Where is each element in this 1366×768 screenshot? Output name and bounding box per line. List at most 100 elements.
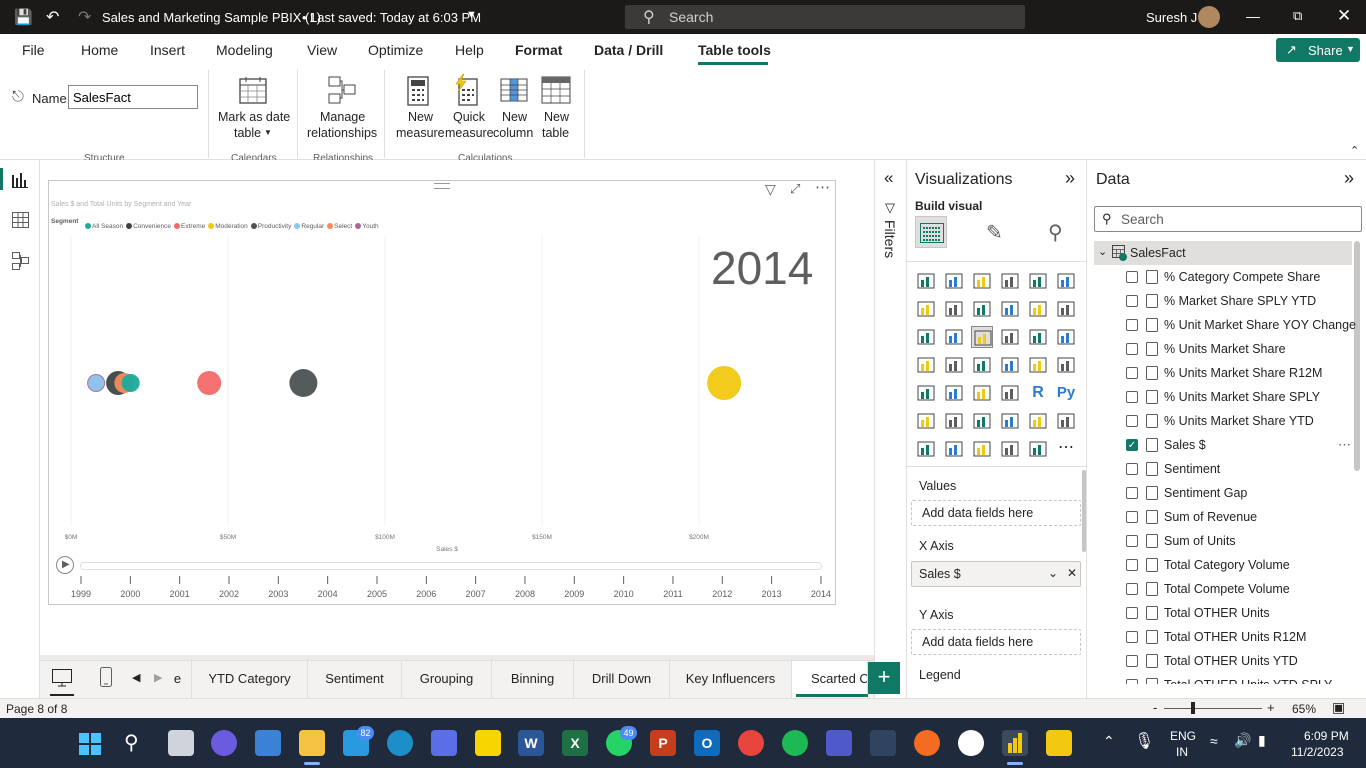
mic-muted-icon[interactable]: 🎙 — [1134, 731, 1154, 751]
manage-relationships-button[interactable]: Manage relationships — [306, 66, 378, 151]
viz-type-azure-map-icon[interactable] — [971, 354, 993, 376]
viz-type-multi-row-card-icon[interactable] — [1055, 354, 1077, 376]
timeline-year-label[interactable]: 2007 — [466, 589, 486, 599]
copilot-icon[interactable] — [431, 730, 457, 756]
timeline-year-label[interactable]: 2014 — [811, 589, 831, 599]
field-item[interactable]: Total OTHER Units — [1126, 602, 1346, 626]
new-table-button[interactable]: New table — [538, 66, 574, 151]
field-checkbox[interactable] — [1126, 343, 1138, 355]
tray-overflow-icon[interactable]: ⌃ — [1103, 733, 1115, 750]
viz-type-pie-icon[interactable] — [999, 326, 1021, 348]
add-page-button[interactable]: + — [868, 662, 900, 694]
new-measure-button[interactable]: New measure — [396, 66, 445, 151]
field-checkbox[interactable] — [1126, 271, 1138, 283]
viz-type-r-visual-icon[interactable]: R — [1027, 382, 1049, 404]
field-item[interactable]: % Units Market Share YTD — [1126, 410, 1346, 434]
store-icon[interactable] — [255, 730, 281, 756]
edge-browser-icon[interactable] — [387, 730, 413, 756]
field-item[interactable]: % Units Market Share — [1126, 338, 1346, 362]
expand-filters-icon[interactable]: « — [884, 168, 893, 188]
desktop-layout-icon[interactable] — [52, 669, 72, 687]
mobile-layout-icon[interactable] — [100, 667, 112, 687]
timeline-year-label[interactable]: 2012 — [712, 589, 732, 599]
scatter-visual[interactable]: ▽ ⤢ ⋯ Sales $ and Total Units by Segment… — [48, 179, 836, 605]
field-checkbox[interactable] — [1126, 511, 1138, 523]
build-visual-tab[interactable] — [915, 216, 947, 248]
bubble-productivity[interactable] — [289, 369, 318, 397]
field-checkbox[interactable] — [1126, 607, 1138, 619]
timeline-year-label[interactable]: 2000 — [120, 589, 140, 599]
viz-type-arcgis-icon[interactable] — [999, 438, 1021, 460]
viz-type-key-influencers-icon[interactable] — [915, 410, 937, 432]
field-item[interactable]: Sum of Revenue — [1126, 506, 1346, 530]
minimize-icon[interactable]: — — [1246, 8, 1260, 24]
timeline-year-label[interactable]: 1999 — [71, 589, 91, 599]
title-dropdown-icon[interactable]: ▼ — [466, 9, 477, 21]
viz-type-card-icon[interactable] — [1027, 354, 1049, 376]
field-checkbox[interactable] — [1126, 295, 1138, 307]
github-icon[interactable] — [958, 730, 984, 756]
zoom-out-button[interactable]: - — [1153, 700, 1157, 715]
timeline-year-label[interactable]: 2008 — [515, 589, 535, 599]
page-tab-active[interactable]: Scarted Ch — [792, 661, 868, 698]
share-button[interactable]: ↗ Share ▼ — [1276, 38, 1360, 62]
viz-type-narrative-icon[interactable] — [1027, 438, 1049, 460]
xaxis-well[interactable]: Sales $ ⌄ ✕ — [911, 561, 1081, 587]
report-view-icon[interactable] — [12, 172, 28, 188]
menu-insert[interactable]: Insert — [150, 42, 185, 58]
new-column-button[interactable]: New column — [493, 66, 535, 151]
collapse-viz-icon[interactable]: » — [1065, 168, 1075, 189]
viz-type-smart-narrative-icon[interactable] — [999, 410, 1021, 432]
field-checkbox[interactable] — [1126, 631, 1138, 643]
field-checkbox[interactable] — [1126, 559, 1138, 571]
teams-chat-icon[interactable] — [211, 730, 237, 756]
wifi-icon[interactable]: ≈ — [1210, 733, 1218, 749]
viz-type-slicer-icon[interactable] — [943, 382, 965, 404]
field-item[interactable]: Total OTHER Units YTD — [1126, 650, 1346, 674]
clock-date[interactable]: 11/2/2023 — [1291, 745, 1344, 759]
viz-type-stacked-column-icon[interactable] — [943, 270, 965, 292]
yaxis-well[interactable]: Add data fields here — [911, 629, 1081, 655]
field-item[interactable]: % Units Market Share SPLY — [1126, 386, 1346, 410]
search-box[interactable]: ⚲ Search — [625, 5, 1025, 29]
teams-icon[interactable] — [826, 730, 852, 756]
field-checkbox[interactable] — [1126, 487, 1138, 499]
field-item[interactable]: Total OTHER Units YTD SPLY — [1126, 674, 1346, 684]
menu-file[interactable]: File — [22, 42, 45, 58]
collapse-ribbon-icon[interactable]: ⌃ — [1350, 144, 1359, 157]
timeline-year-label[interactable]: 2002 — [219, 589, 239, 599]
powerpoint-icon[interactable]: P — [650, 730, 676, 756]
menu-modeling[interactable]: Modeling — [216, 42, 273, 58]
play-axis-timeline[interactable]: 1999 2000 2001 2002 2003 2004 2005 2006 2007 2008… — [49, 571, 835, 599]
search-icon[interactable]: ⚲ — [124, 730, 139, 755]
viz-type-donut-icon[interactable] — [1027, 326, 1049, 348]
file-explorer-icon[interactable] — [299, 730, 325, 756]
bubble-regular[interactable] — [88, 375, 105, 391]
menu-table-tools[interactable]: Table tools — [698, 42, 771, 58]
filters-pane-collapsed[interactable]: « ▽ Filters — [874, 160, 907, 698]
sticky-notes-icon[interactable] — [475, 730, 501, 756]
table-node-salesfact[interactable]: ⌄ SalesFact — [1094, 241, 1352, 265]
menu-data-drill[interactable]: Data / Drill — [594, 42, 663, 58]
field-item[interactable]: % Category Compete Share — [1126, 266, 1346, 290]
viz-type-waterfall-icon[interactable] — [915, 326, 937, 348]
timeline-year-label[interactable]: 2005 — [367, 589, 387, 599]
clock-time[interactable]: 6:09 PM — [1304, 729, 1349, 743]
timeline-year-label[interactable]: 2010 — [614, 589, 634, 599]
menu-optimize[interactable]: Optimize — [368, 42, 423, 58]
viz-type-more-icon[interactable]: ⋯ — [1055, 438, 1077, 460]
quick-measure-button[interactable]: Quick measure — [445, 66, 494, 151]
battery-icon[interactable]: ▮ — [1258, 732, 1266, 749]
page-tab[interactable]: Binning — [492, 661, 574, 698]
bubble-extreme[interactable] — [197, 371, 222, 395]
viz-scrollbar[interactable] — [1082, 470, 1086, 552]
menu-help[interactable]: Help — [455, 42, 484, 58]
scroll-tabs-left-icon[interactable]: ◀ — [132, 671, 140, 684]
avatar[interactable] — [1198, 6, 1220, 28]
bubble-all-season[interactable] — [121, 374, 140, 392]
field-checkbox[interactable] — [1126, 367, 1138, 379]
field-checkbox[interactable] — [1126, 319, 1138, 331]
field-checkbox[interactable] — [1126, 535, 1138, 547]
table-view-icon[interactable] — [12, 212, 29, 228]
viz-type-paginated-icon[interactable] — [1055, 410, 1077, 432]
